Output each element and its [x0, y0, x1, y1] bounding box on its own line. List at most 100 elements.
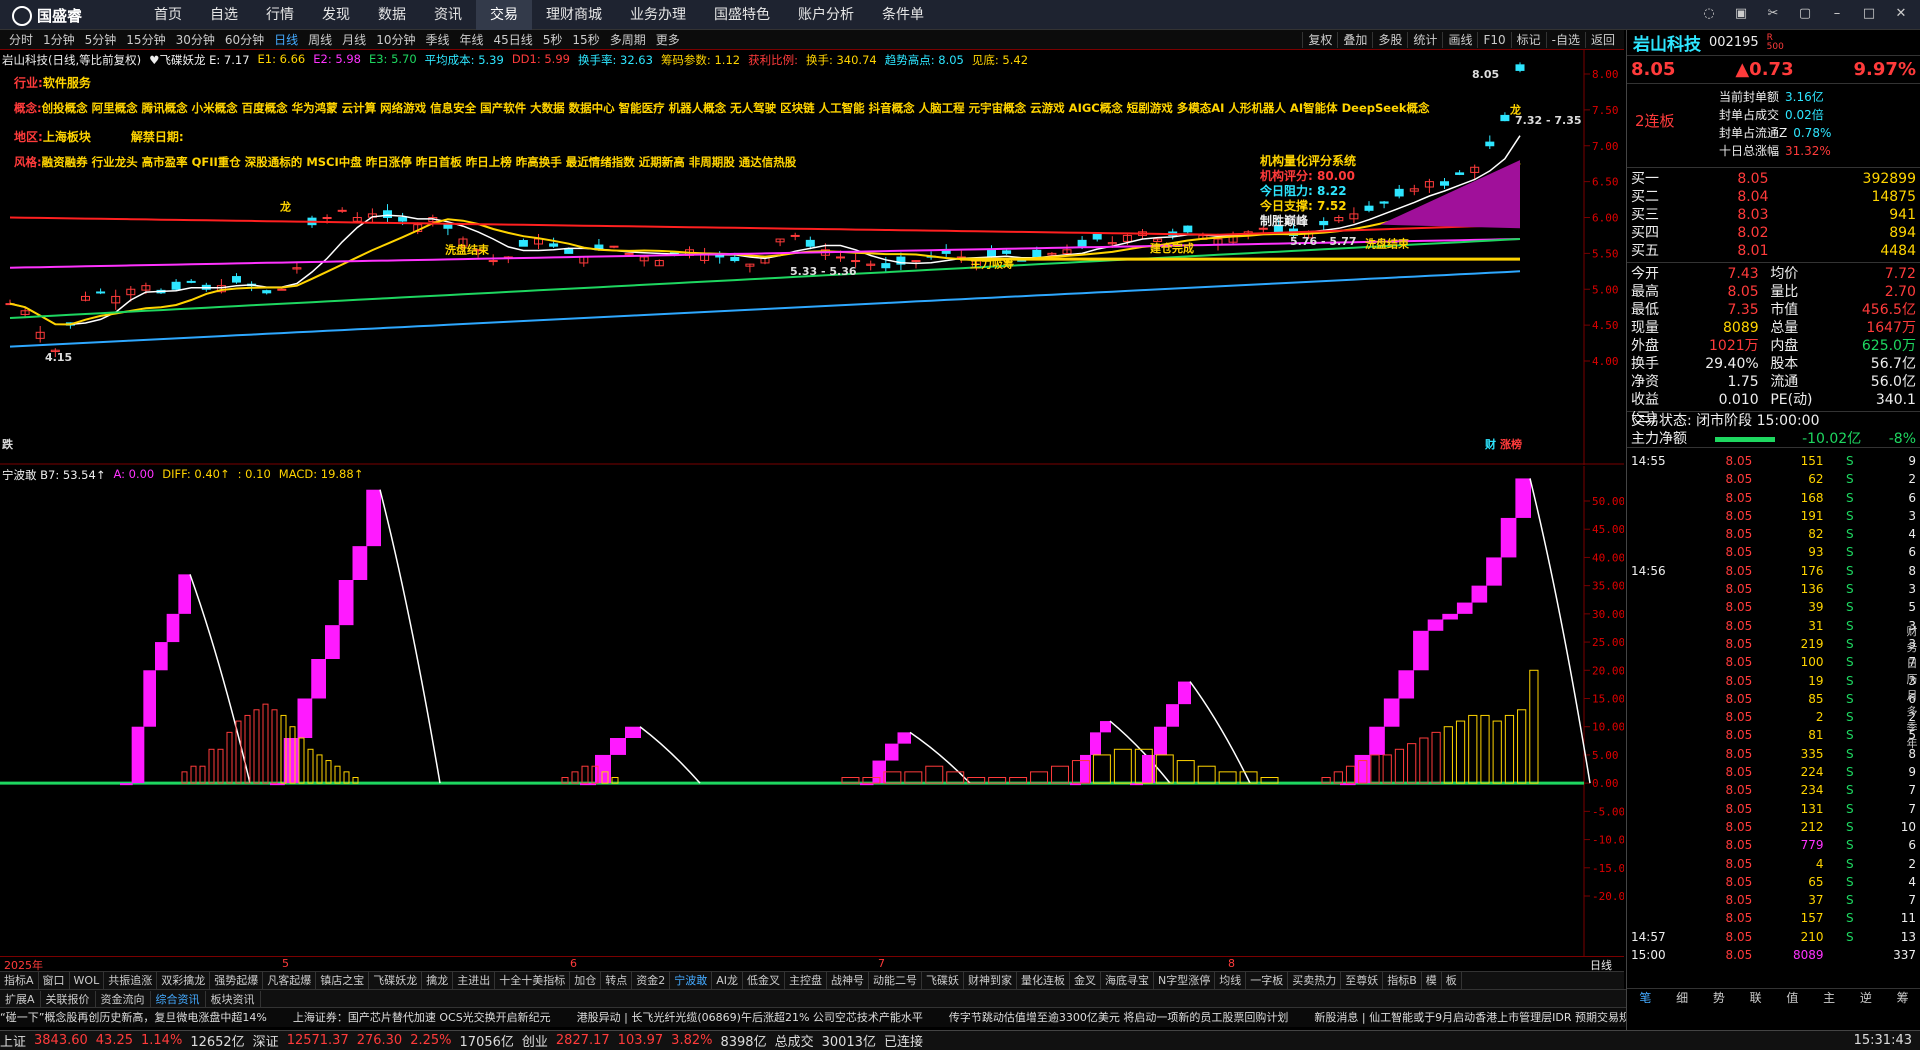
indicator-tab[interactable]: 宁波敢	[670, 972, 713, 989]
minimize-button[interactable]: –	[1826, 4, 1848, 24]
tools-icon[interactable]: ✂	[1762, 4, 1784, 24]
skin-icon[interactable]: ▢	[1794, 4, 1816, 24]
period-tab[interactable]: 分时	[4, 32, 38, 48]
info-tab[interactable]: 板块资讯	[206, 991, 261, 1007]
period-tab[interactable]: 10分钟	[371, 32, 420, 48]
indicator-tab[interactable]: 低金叉	[743, 972, 785, 989]
menu-item[interactable]: 账户分析	[784, 0, 868, 30]
news-item[interactable]: 新股消息 | 仙工智能或于9月启动香港上市管理层IDR 预期交易规模约	[1314, 1008, 1652, 1027]
indicator-tab[interactable]: 模	[1422, 972, 1442, 989]
menu-item[interactable]: 发现	[308, 0, 364, 30]
indicator-tab[interactable]: 飞碟妖龙	[369, 972, 423, 989]
period-tab[interactable]: 60分钟	[220, 32, 269, 48]
indicator-tab[interactable]: 主进出	[453, 972, 496, 989]
indicator-tab[interactable]: 金叉	[1070, 972, 1101, 989]
indicator-tab[interactable]: 飞碟妖	[922, 972, 964, 989]
indicator-tab[interactable]: 指标A	[0, 972, 39, 989]
indicator-tab[interactable]: 擒龙	[422, 972, 454, 989]
indicator-tab[interactable]: 均线	[1215, 972, 1247, 989]
menu-item[interactable]: 国盛特色	[700, 0, 784, 30]
maximize-button[interactable]: □	[1858, 4, 1880, 24]
tool-button[interactable]: 统计	[1407, 32, 1442, 48]
vertical-tab[interactable]: 多	[1904, 704, 1920, 720]
menu-item[interactable]: 条件单	[868, 0, 938, 30]
info-tab[interactable]: 关联报价	[41, 991, 96, 1007]
period-tab[interactable]: 1分钟	[38, 32, 80, 48]
vertical-tab[interactable]: 季	[1904, 720, 1920, 736]
period-tab[interactable]: 15分钟	[121, 32, 170, 48]
side-tab[interactable]: 值	[1786, 989, 1798, 1006]
vertical-tab[interactable]: 财	[1904, 624, 1920, 640]
indicator-tab[interactable]: 至尊妖	[1341, 972, 1384, 989]
info-tab[interactable]: 扩展A	[0, 991, 41, 1007]
period-tab[interactable]: 45日线	[489, 32, 538, 48]
period-tab[interactable]: 月线	[337, 32, 371, 48]
menu-item[interactable]: 自选	[196, 0, 252, 30]
indicator-tab[interactable]: WOL	[70, 972, 105, 989]
menu-item[interactable]: 资讯	[420, 0, 476, 30]
indicator-tab[interactable]: 海底寻宝	[1101, 972, 1154, 989]
menu-item[interactable]: 行情	[252, 0, 308, 30]
indicator-tab[interactable]: 量化连板	[1017, 972, 1070, 989]
vertical-tab[interactable]: 日	[1904, 656, 1920, 672]
period-tab[interactable]: 年线	[454, 32, 488, 48]
tool-button[interactable]: -自选	[1545, 32, 1585, 48]
indicator-tab[interactable]: 凡客起爆	[263, 972, 317, 989]
indicator-tab[interactable]: 窗口	[39, 972, 70, 989]
indicator-tab[interactable]: 财神到家	[964, 972, 1017, 989]
tool-button[interactable]: F10	[1477, 32, 1510, 48]
indicator-tab[interactable]: 加仓	[570, 972, 602, 989]
indicator-tab[interactable]: 镇店之宝	[316, 972, 370, 989]
indicator-tab[interactable]: 动能二号	[869, 972, 922, 989]
indicator-tab[interactable]: AI龙	[712, 972, 743, 989]
info-tab[interactable]: 综合资讯	[151, 991, 206, 1007]
indicator-tab[interactable]: 战神号	[827, 972, 869, 989]
menu-item[interactable]: 数据	[364, 0, 420, 30]
news-item[interactable]: 传字节跳动估值增至逾3300亿美元 将启动一项新的员工股票回购计划	[949, 1008, 1289, 1027]
tool-button[interactable]: 标记	[1510, 32, 1546, 48]
side-tab[interactable]: 细	[1676, 989, 1688, 1006]
indicator-tab[interactable]: 资金2	[632, 972, 671, 989]
tool-button[interactable]: 多股	[1372, 32, 1407, 48]
indicator-tab[interactable]: 双彩擒龙	[157, 972, 211, 989]
menu-item[interactable]: 理财商城	[532, 0, 616, 30]
vertical-tab[interactable]: 历	[1904, 672, 1920, 688]
indicator-tab[interactable]: 板	[1442, 972, 1462, 989]
menu-item[interactable]: 首页	[140, 0, 196, 30]
chat-icon[interactable]: ◌	[1698, 4, 1720, 24]
indicator-chart[interactable]: 50.00 45.00 40.00 35.00 30.00 25.00 20.00 15.00…	[0, 466, 1624, 956]
menu-item[interactable]: 交易	[476, 0, 532, 30]
side-tab[interactable]: 逆	[1860, 989, 1872, 1006]
vertical-tab[interactable]: 年	[1904, 736, 1920, 752]
period-tab[interactable]: 5分钟	[80, 32, 122, 48]
indicator-tab[interactable]: 强势起爆	[210, 972, 264, 989]
news-item[interactable]: 上海证券：国产芯片替代加速 OCS光交换开启新纪元	[293, 1008, 551, 1027]
indicator-tab[interactable]: 指标B	[1383, 972, 1422, 989]
tool-button[interactable]: 叠加	[1337, 32, 1372, 48]
side-tab[interactable]: 筹	[1897, 989, 1909, 1006]
indicator-tab[interactable]: 十全十美指标	[495, 972, 571, 989]
period-tab[interactable]: 30分钟	[171, 32, 220, 48]
msg-icon[interactable]: ▣	[1730, 4, 1752, 24]
side-tab[interactable]: 笔	[1639, 989, 1651, 1006]
news-item[interactable]: “碰一下”概念股再创历史新高，复旦微电涨盘中超14%	[0, 1008, 267, 1027]
indicator-tab[interactable]: 主控盘	[785, 972, 827, 989]
indicator-tab[interactable]: 共振追涨	[104, 972, 158, 989]
period-tab[interactable]: 季线	[420, 32, 454, 48]
indicator-tab[interactable]: 一字板	[1246, 972, 1289, 989]
menu-item[interactable]: 业务办理	[616, 0, 700, 30]
period-tab[interactable]: 周线	[303, 32, 337, 48]
period-tab[interactable]: 日线	[269, 32, 303, 48]
side-tab[interactable]: 势	[1713, 989, 1725, 1006]
info-tab[interactable]: 资金流向	[96, 991, 151, 1007]
period-tab[interactable]: 更多	[651, 32, 685, 48]
tool-button[interactable]: 画线	[1442, 32, 1477, 48]
tool-button[interactable]: 返回	[1584, 32, 1620, 48]
news-item[interactable]: 港股异动 | 长飞光纤光缆(06869)午后涨超21% 公司空芯技术产能水平	[577, 1008, 923, 1027]
close-button[interactable]: ✕	[1890, 4, 1912, 24]
indicator-tab[interactable]: 转点	[601, 972, 633, 989]
indicator-tab[interactable]: 买卖热力	[1288, 972, 1342, 989]
side-tab[interactable]: 主	[1823, 989, 1835, 1006]
indicator-tab[interactable]: N字型涨停	[1154, 972, 1216, 989]
vertical-tab[interactable]: 务	[1904, 640, 1920, 656]
